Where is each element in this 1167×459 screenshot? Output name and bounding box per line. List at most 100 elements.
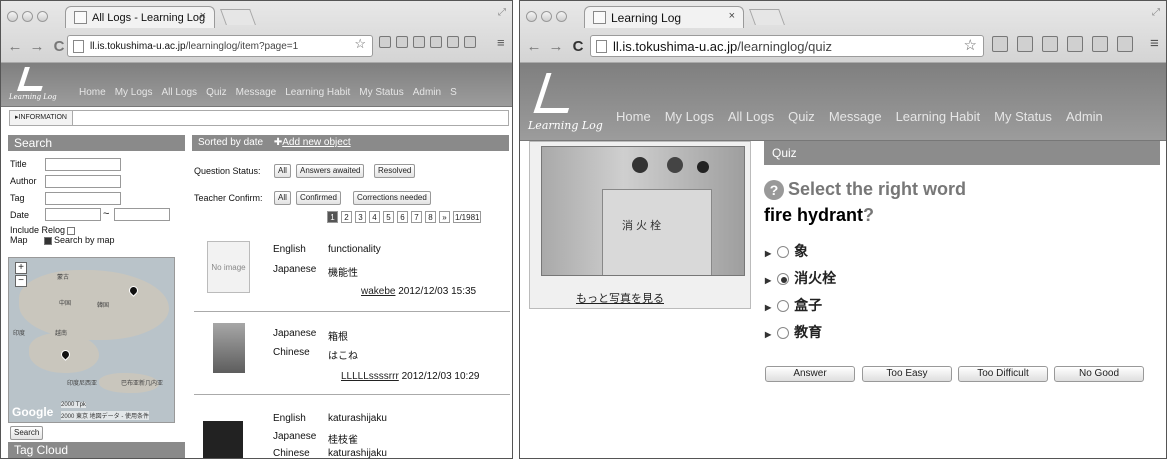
window-controls[interactable]	[526, 11, 567, 22]
extension-icon[interactable]	[430, 36, 442, 48]
author-input[interactable]	[45, 175, 121, 188]
page-link[interactable]: 2	[341, 211, 352, 223]
item-word[interactable]: katurashijaku	[328, 413, 387, 424]
map-copyright[interactable]: 2000 東京 地図データ - 使用条件	[61, 411, 150, 420]
page-link[interactable]: 7	[411, 211, 422, 223]
date-to-input[interactable]	[114, 208, 170, 221]
nav-link-s[interactable]: S	[450, 87, 457, 98]
nav-link-my-logs[interactable]: My Logs	[115, 87, 153, 98]
item-image[interactable]	[213, 323, 245, 373]
date-from-input[interactable]	[45, 208, 101, 221]
answer-option[interactable]: ▶ 教育	[765, 322, 822, 342]
extension-icon[interactable]	[1067, 36, 1083, 52]
page-link[interactable]: 4	[369, 211, 380, 223]
nav-link-my-logs[interactable]: My Logs	[665, 109, 714, 124]
zoom-out-button[interactable]: −	[15, 275, 27, 287]
nav-link-learning-habit[interactable]: Learning Habit	[285, 87, 350, 98]
nav-link-all-logs[interactable]: All Logs	[161, 87, 197, 98]
page-link[interactable]: 6	[397, 211, 408, 223]
address-bar[interactable]: ll.is.tokushima-u.ac.jp/learninglog/item…	[67, 35, 373, 57]
nav-link-home[interactable]: Home	[616, 109, 651, 124]
tag-input[interactable]	[45, 192, 121, 205]
quiz-photo[interactable]: 消 火 栓	[541, 146, 745, 276]
item-word[interactable]: 桂枝雀	[328, 431, 358, 446]
nav-link-admin[interactable]: Admin	[1066, 109, 1103, 124]
new-tab-button[interactable]	[220, 9, 256, 25]
bookmark-star-icon[interactable]: ☆	[354, 36, 366, 52]
include-relog-checkbox[interactable]	[67, 226, 76, 235]
filter-confirmed[interactable]: Confirmed	[296, 191, 341, 205]
page-link[interactable]: 1/1981	[453, 211, 482, 223]
answer-option[interactable]: ▶ 消火栓	[765, 268, 836, 288]
search-by-map-checkbox[interactable]	[44, 236, 53, 245]
page-link[interactable]: 8	[425, 211, 436, 223]
close-tab-icon[interactable]: ×	[729, 10, 735, 22]
new-tab-button[interactable]	[749, 9, 785, 25]
nav-link-quiz[interactable]: Quiz	[788, 109, 815, 124]
filter-resolved[interactable]: Resolved	[374, 164, 416, 178]
too-easy-button[interactable]: Too Easy	[862, 366, 952, 382]
extension-icon[interactable]	[1117, 36, 1133, 52]
site-logo[interactable]: Learning Log	[9, 67, 57, 101]
add-new-object-link[interactable]: Add new object	[282, 137, 350, 148]
item-author-link[interactable]: wakebe	[361, 286, 395, 297]
filter-answers-awaited[interactable]: Answers awaited	[296, 164, 365, 178]
fullscreen-icon[interactable]: ⤢	[1152, 7, 1160, 18]
search-button[interactable]: Search	[10, 426, 44, 440]
page-link[interactable]: »	[439, 211, 450, 223]
extension-icon[interactable]	[447, 36, 459, 48]
item-author-link[interactable]: LLLLLssssrrr	[341, 371, 399, 382]
reload-icon[interactable]: C	[51, 38, 67, 55]
extension-icon[interactable]	[413, 36, 425, 48]
nav-link-admin[interactable]: Admin	[413, 87, 441, 98]
radio-button[interactable]	[777, 246, 790, 259]
nav-link-message[interactable]: Message	[829, 109, 882, 124]
information-button[interactable]: ▸INFORMATION	[10, 111, 73, 125]
mail-icon[interactable]	[396, 36, 408, 48]
filter-all-confirm[interactable]: All	[274, 191, 291, 205]
extension-icon[interactable]	[379, 36, 391, 48]
page-current[interactable]: 1	[327, 211, 338, 223]
menu-icon[interactable]: ≡	[497, 35, 505, 50]
item-word[interactable]: functionality	[328, 244, 381, 255]
address-bar[interactable]: ll.is.tokushima-u.ac.jp/learninglog/quiz…	[590, 35, 984, 57]
window-controls[interactable]	[7, 11, 48, 22]
browser-tab[interactable]: Learning Log ×	[584, 6, 744, 28]
item-word[interactable]: katurashijaku	[328, 448, 387, 458]
extension-icon[interactable]	[1092, 36, 1108, 52]
item-word[interactable]: はこね	[328, 347, 358, 362]
extension-icon[interactable]	[464, 36, 476, 48]
nav-link-all-logs[interactable]: All Logs	[728, 109, 774, 124]
close-tab-icon[interactable]: ×	[200, 10, 206, 22]
answer-option[interactable]: ▶ 盒子	[765, 295, 822, 315]
nav-link-message[interactable]: Message	[236, 87, 277, 98]
page-link[interactable]: 5	[383, 211, 394, 223]
radio-button[interactable]	[777, 300, 790, 313]
filter-corrections-needed[interactable]: Corrections needed	[353, 191, 431, 205]
back-icon[interactable]: ←	[7, 38, 23, 55]
answer-option[interactable]: ▶ 象	[765, 241, 808, 261]
nav-link-my-status[interactable]: My Status	[994, 109, 1052, 124]
zoom-in-button[interactable]: +	[15, 262, 27, 274]
browser-tab[interactable]: All Logs - Learning Log ×	[65, 6, 215, 28]
radio-button[interactable]	[777, 327, 790, 340]
back-icon[interactable]: ←	[526, 38, 542, 55]
nav-link-learning-habit[interactable]: Learning Habit	[896, 109, 981, 124]
site-logo[interactable]: Learning Log	[528, 73, 603, 132]
radio-button[interactable]	[777, 273, 790, 286]
page-link[interactable]: 3	[355, 211, 366, 223]
nav-link-quiz[interactable]: Quiz	[206, 87, 227, 98]
filter-all-status[interactable]: All	[274, 164, 291, 178]
too-difficult-button[interactable]: Too Difficult	[958, 366, 1048, 382]
extension-icon[interactable]	[992, 36, 1008, 52]
mail-icon[interactable]	[1017, 36, 1033, 52]
answer-button[interactable]: Answer	[765, 366, 855, 382]
nav-link-home[interactable]: Home	[79, 87, 106, 98]
item-image[interactable]: No image	[207, 241, 250, 293]
bookmark-star-icon[interactable]: ☆	[964, 36, 977, 54]
forward-icon[interactable]: →	[548, 38, 564, 55]
title-input[interactable]	[45, 158, 121, 171]
extension-icon[interactable]	[1042, 36, 1058, 52]
more-photos-link[interactable]: もっと写真を見る	[576, 290, 664, 306]
forward-icon[interactable]: →	[29, 38, 45, 55]
